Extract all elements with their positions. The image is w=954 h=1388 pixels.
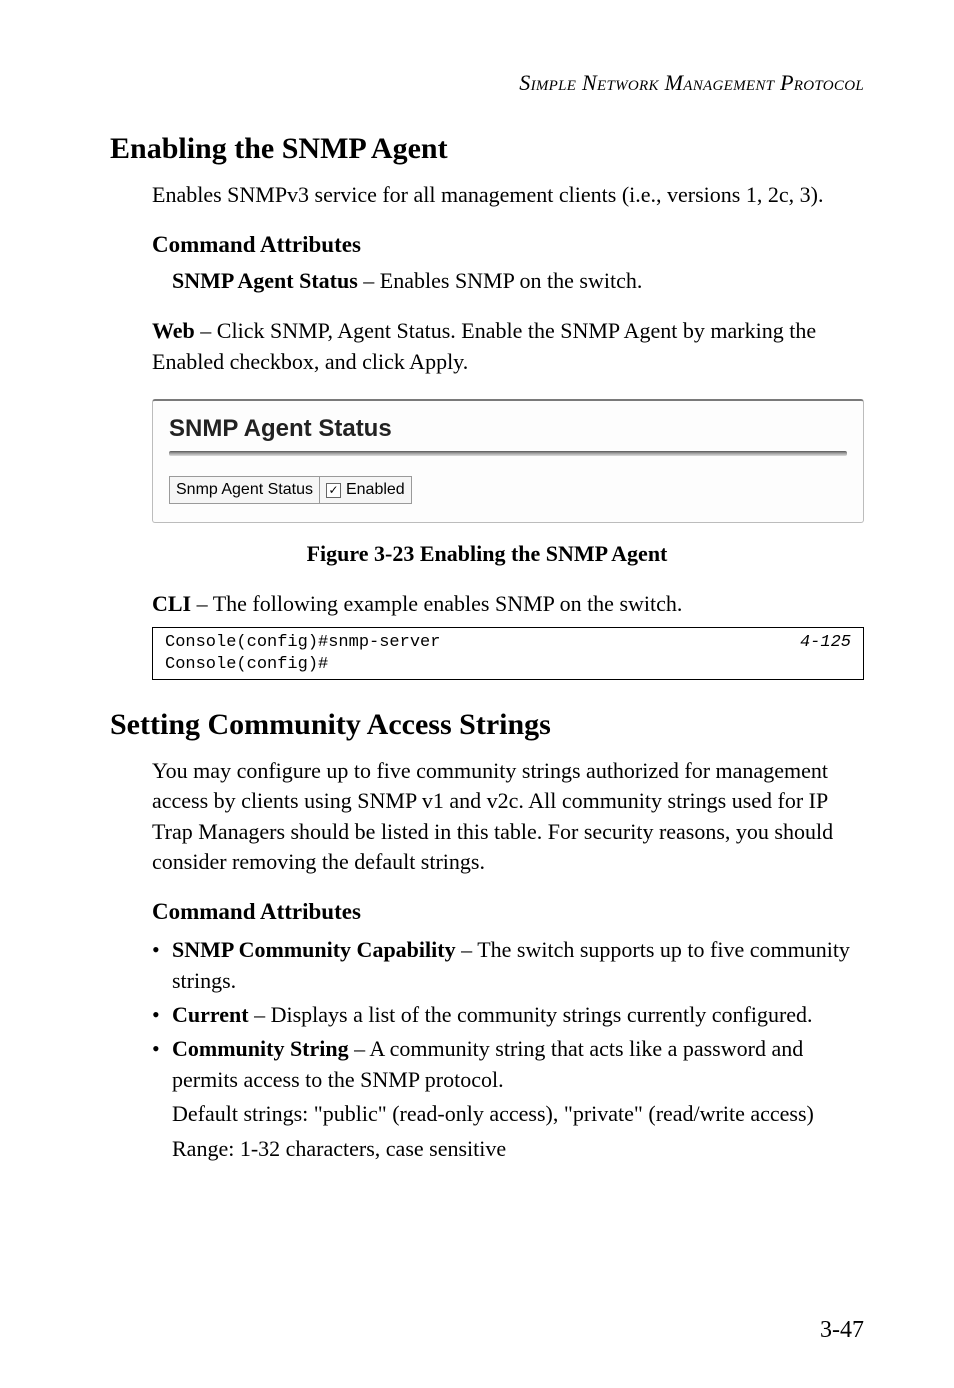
panel-divider	[169, 451, 847, 456]
enabled-checkbox[interactable]: ✓	[326, 483, 341, 498]
code-lines: Console(config)#snmp-server Console(conf…	[165, 632, 440, 675]
enabled-checkbox-label: Enabled	[346, 481, 405, 499]
section1-web-instructions: Web – Click SNMP, Agent Status. Enable t…	[110, 316, 864, 377]
running-header: Simple Network Management Protocol	[110, 70, 864, 96]
page-number: 3-47	[820, 1317, 864, 1344]
bullet-bold: Community String	[172, 1036, 349, 1061]
bullet-bold: Current	[172, 1002, 249, 1027]
row-value-cell: ✓ Enabled	[319, 477, 411, 504]
row-label-cell: Snmp Agent Status	[170, 477, 320, 504]
figure-snmp-agent-status-panel: SNMP Agent Status Snmp Agent Status ✓ En…	[152, 399, 864, 523]
section1-cli-instructions: CLI – The following example enables SNMP…	[110, 589, 864, 619]
cli-label: CLI	[152, 591, 191, 616]
code-page-ref: 4-125	[800, 632, 851, 675]
sub-line-range: Range: 1-32 characters, case sensitive	[152, 1134, 864, 1164]
section2-cmd-attr-heading: Command Attributes	[110, 899, 864, 925]
sub-line-default-strings: Default strings: "public" (read-only acc…	[152, 1099, 864, 1129]
heading-enabling-snmp-agent: Enabling the SNMP Agent	[110, 132, 864, 166]
attr-snmp-agent-status-name: SNMP Agent Status	[172, 268, 358, 293]
code-block: Console(config)#snmp-server Console(conf…	[152, 627, 864, 680]
attr-snmp-agent-status-desc: – Enables SNMP on the switch.	[358, 268, 643, 293]
list-item: SNMP Community Capability – The switch s…	[152, 935, 864, 996]
snmp-agent-status-table: Snmp Agent Status ✓ Enabled	[169, 476, 412, 504]
bullet-bold: SNMP Community Capability	[172, 937, 456, 962]
table-row: Snmp Agent Status ✓ Enabled	[170, 477, 412, 504]
list-item: Current – Displays a list of the communi…	[152, 1000, 864, 1030]
section1-intro: Enables SNMPv3 service for all managemen…	[110, 180, 864, 210]
heading-setting-community-strings: Setting Community Access Strings	[110, 708, 864, 742]
web-label: Web	[152, 318, 195, 343]
list-item: Community String – A community string th…	[152, 1034, 864, 1095]
bullet-rest: – Displays a list of the community strin…	[249, 1002, 813, 1027]
section2-intro: You may configure up to five community s…	[110, 756, 864, 877]
web-text: – Click SNMP, Agent Status. Enable the S…	[152, 318, 816, 373]
figure-caption: Figure 3-23 Enabling the SNMP Agent	[110, 541, 864, 567]
attr-snmp-agent-status: SNMP Agent Status – Enables SNMP on the …	[110, 268, 864, 294]
section1-cmd-attr-heading: Command Attributes	[110, 232, 864, 258]
bullet-list: SNMP Community Capability – The switch s…	[152, 935, 864, 1095]
cli-text: – The following example enables SNMP on …	[191, 591, 682, 616]
panel-title: SNMP Agent Status	[169, 411, 847, 451]
